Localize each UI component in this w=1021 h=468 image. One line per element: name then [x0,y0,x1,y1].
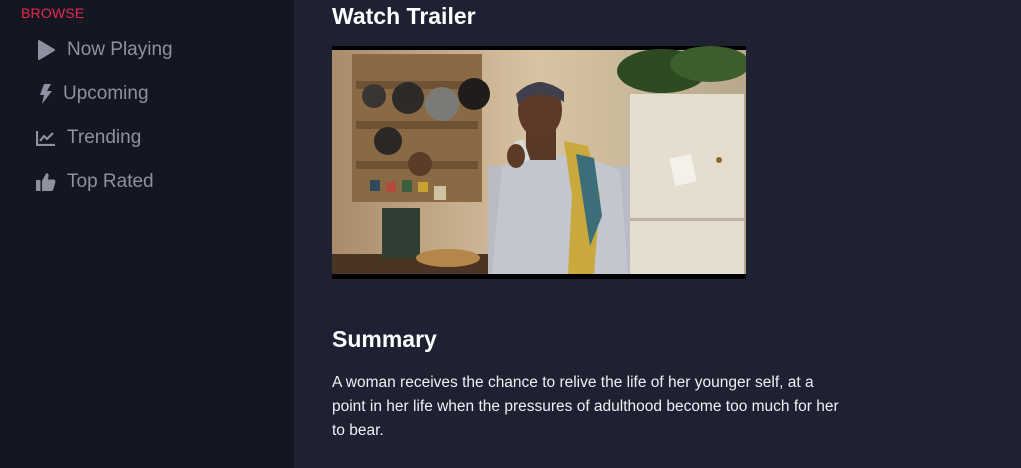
bolt-icon [35,83,57,105]
trailer-video-frame [332,46,746,279]
sidebar-item-label: Now Playing [67,39,173,60]
sidebar-item-trending[interactable]: Trending [35,125,141,151]
sidebar-item-label: Trending [67,127,142,148]
summary-heading: Summary [332,326,437,352]
thumbs-up-icon [35,171,57,193]
sidebar-item-upcoming[interactable]: Upcoming [35,81,149,107]
summary-text: A woman receives the chance to relive th… [332,374,839,439]
trending-chart-icon [35,127,57,149]
sidebar-item-label: Top Rated [67,171,154,192]
sidebar: BROWSE Now Playing Upcoming Trending Top… [0,0,294,468]
trailer-heading: Watch Trailer [332,3,476,29]
sidebar-item-top-rated[interactable]: Top Rated [35,169,154,195]
play-icon [35,39,57,61]
trailer-video-player[interactable] [332,46,746,279]
sidebar-item-label: Upcoming [63,83,149,104]
main-content: Watch Trailer Summary A woman receives t… [294,0,1021,468]
browse-heading: BROWSE [21,5,85,21]
sidebar-item-now-playing[interactable]: Now Playing [35,37,173,63]
